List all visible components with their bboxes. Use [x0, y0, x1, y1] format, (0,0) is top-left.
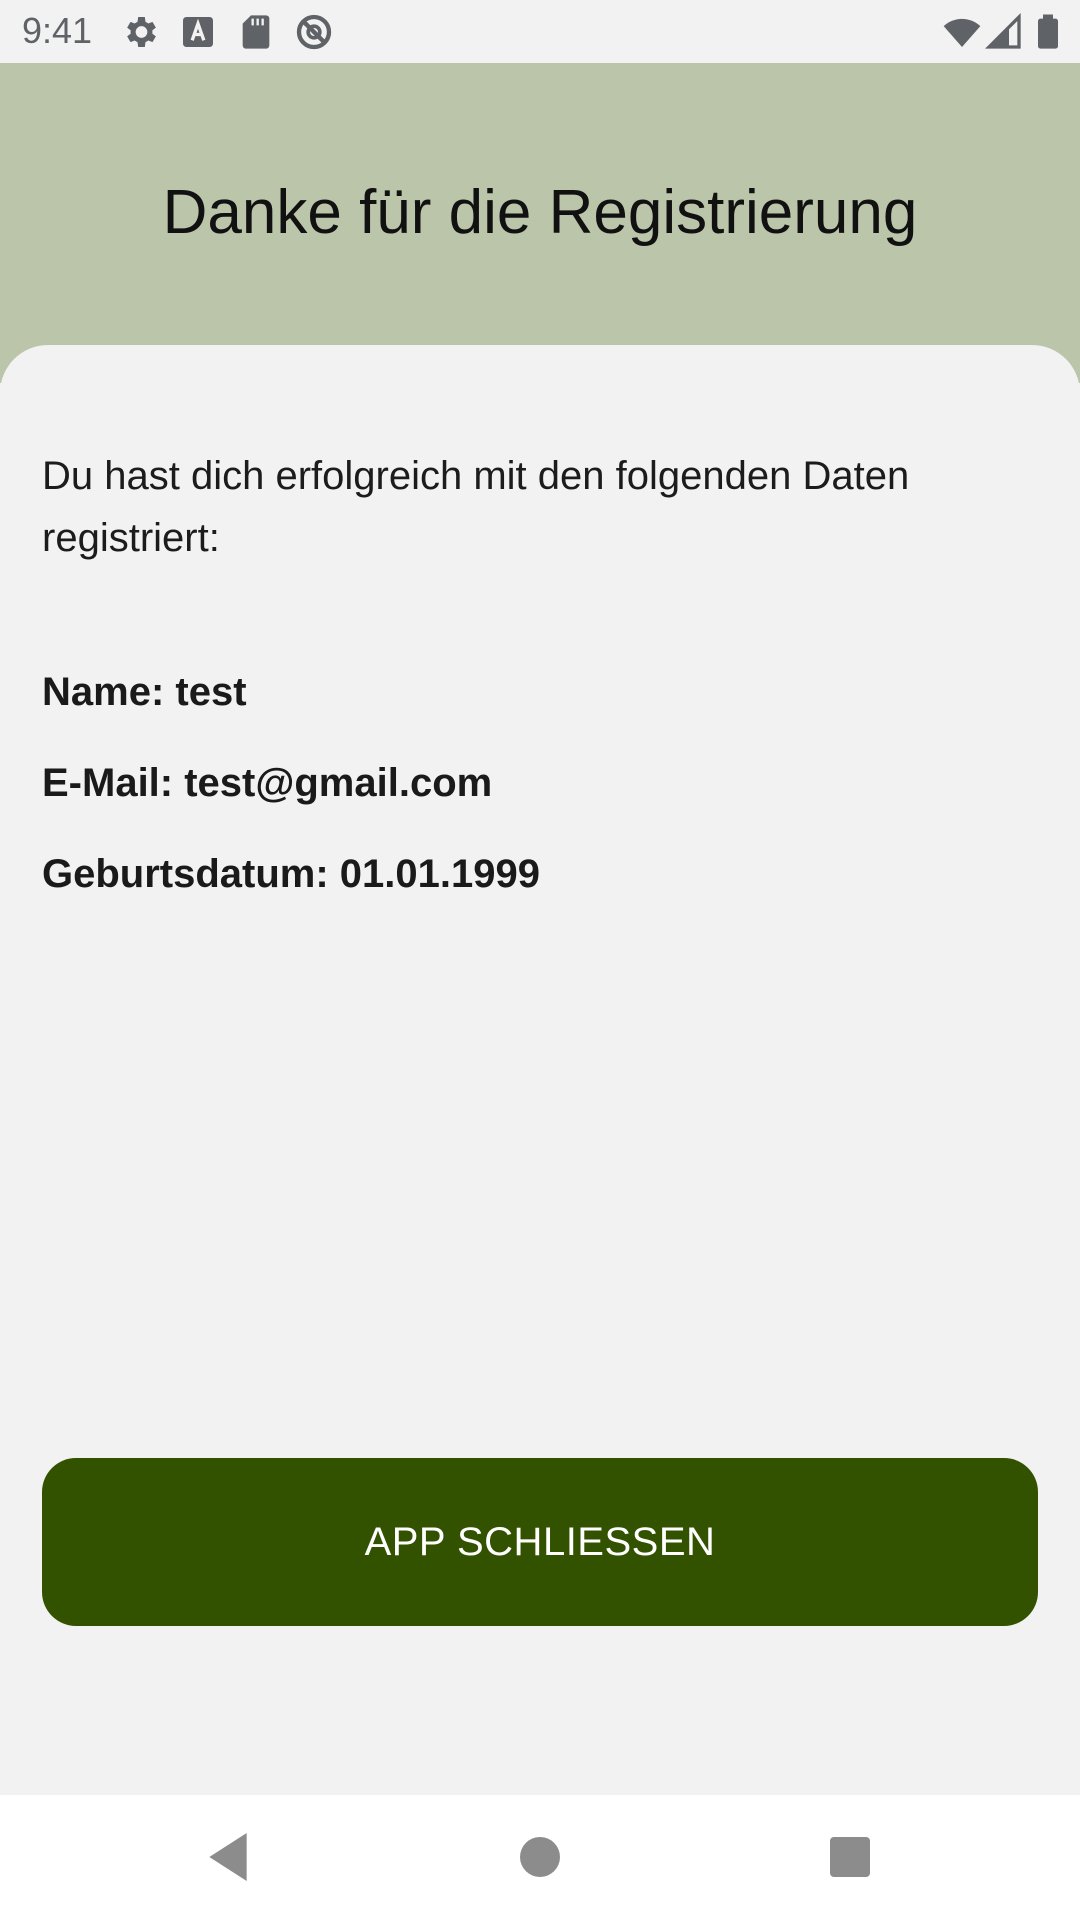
back-icon[interactable]	[196, 1825, 260, 1889]
name-value: Name: test	[42, 670, 247, 714]
navigation-bar	[0, 1795, 1080, 1920]
content-card: Du hast dich erfolgreich mit den folgend…	[0, 345, 1080, 1795]
battery-icon	[1038, 14, 1058, 49]
birthdate-value: Geburtsdatum: 01.01.1999	[42, 852, 540, 896]
gear-icon	[127, 17, 156, 47]
sd-card-icon	[242, 15, 270, 49]
recents-icon[interactable]	[818, 1825, 882, 1889]
wifi-icon	[943, 18, 981, 47]
close-app-button[interactable]: APP SCHLIESSEN	[42, 1458, 1038, 1626]
status-time: 9:41	[22, 10, 93, 51]
signal-icon	[984, 12, 1021, 49]
email-value: E-Mail: test@gmail.com	[42, 761, 493, 805]
success-message: Du hast dich erfolgreich mit den folgend…	[42, 454, 910, 560]
a-badge-icon	[183, 17, 213, 47]
registration-confirmation-screen: 9:41 Danke für die Registrierung Du hast…	[0, 0, 1080, 1920]
status-bar: 9:41	[0, 0, 1080, 63]
home-icon[interactable]	[508, 1825, 572, 1889]
page-title: Danke für die Registrierung	[162, 178, 918, 247]
no-sync-icon	[296, 14, 332, 50]
header: Danke für die Registrierung	[0, 63, 1080, 383]
